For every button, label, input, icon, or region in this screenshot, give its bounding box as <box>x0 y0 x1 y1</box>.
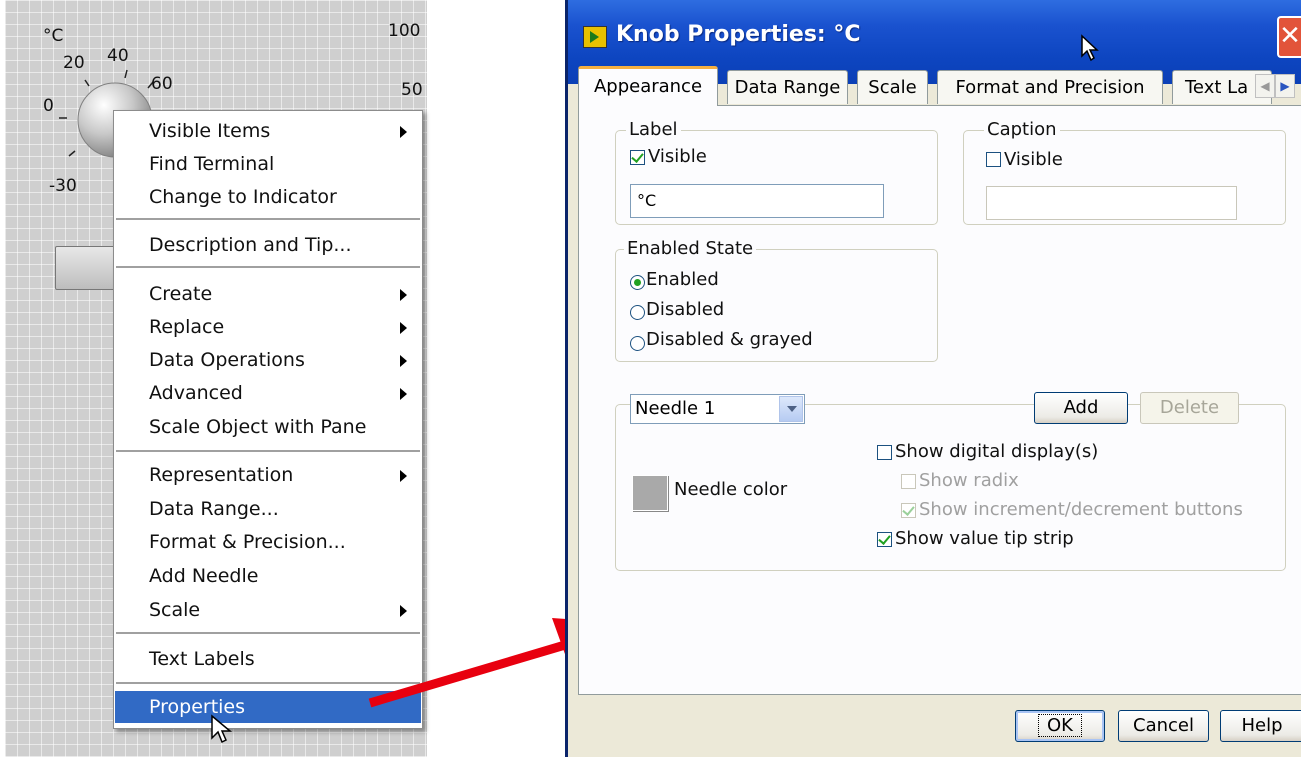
tab-format-and-precision[interactable]: Format and Precision <box>937 70 1163 104</box>
menu-item-label: Create <box>149 283 213 305</box>
menu-item-label: Add Needle <box>149 565 259 587</box>
submenu-arrow-icon <box>400 388 407 400</box>
menu-item-replace[interactable]: Replace <box>115 311 421 343</box>
menu-item-label: Scale Object with Pane <box>149 416 367 438</box>
menu-separator <box>116 450 420 453</box>
menu-item-description-and-tip[interactable]: Description and Tip... <box>115 229 421 261</box>
knob-tick-label: 0 <box>43 96 54 116</box>
menu-item-label: Text Labels <box>149 648 255 670</box>
knob-tick-label: 60 <box>151 74 173 94</box>
caption-group: Caption Visible <box>963 119 1286 225</box>
show-radix-checkbox[interactable] <box>901 474 916 489</box>
chevron-left-icon[interactable]: ◀ <box>1255 74 1275 98</box>
scale-tick-label: 100 <box>388 21 421 41</box>
radio-disabled-grayed-label: Disabled & grayed <box>646 329 813 350</box>
close-button[interactable]: ✕ <box>1277 16 1301 58</box>
menu-item-visible-items[interactable]: Visible Items <box>115 115 421 147</box>
label-text-input[interactable]: °C <box>630 184 884 218</box>
submenu-arrow-icon <box>400 126 407 138</box>
knob-tick-label: -30 <box>49 176 77 196</box>
menu-item-label: Data Range... <box>149 498 279 520</box>
cancel-button[interactable]: Cancel <box>1118 710 1209 742</box>
knob-label: °C <box>43 26 64 46</box>
show-digital-display-label: Show digital display(s) <box>895 441 1099 462</box>
help-button[interactable]: Help <box>1220 710 1301 742</box>
submenu-arrow-icon <box>400 470 407 482</box>
tab-scroll-buttons: ◀ ▶ <box>1255 74 1295 98</box>
knob-tick-label: 40 <box>107 46 129 66</box>
radio-disabled-grayed[interactable] <box>630 336 645 351</box>
dialog-title: Knob Properties: °C <box>616 22 861 47</box>
group-legend: Caption <box>984 119 1060 140</box>
delete-needle-button[interactable]: Delete <box>1140 392 1239 424</box>
menu-item-data-operations[interactable]: Data Operations <box>115 344 421 376</box>
menu-item-create[interactable]: Create <box>115 278 421 310</box>
menu-item-label: Representation <box>149 464 294 486</box>
caption-text-input[interactable] <box>986 186 1237 220</box>
add-needle-button[interactable]: Add <box>1034 392 1128 424</box>
tab-pane-appearance: Label Visible °C Caption Visible Enabled… <box>578 105 1301 695</box>
tab-data-range[interactable]: Data Range <box>727 70 848 104</box>
needle-select-value: Needle 1 <box>635 398 716 419</box>
show-value-tip-strip-label: Show value tip strip <box>895 528 1074 549</box>
knob-properties-dialog: Knob Properties: °C ✕ Label Visible °C C… <box>565 0 1301 757</box>
submenu-arrow-icon <box>400 289 407 301</box>
menu-item-scale-object-with-pane[interactable]: Scale Object with Pane <box>115 411 421 443</box>
menu-item-advanced[interactable]: Advanced <box>115 377 421 409</box>
mouse-cursor-icon <box>1081 34 1099 62</box>
menu-item-label: Description and Tip... <box>149 234 352 256</box>
labview-app-icon <box>583 26 607 48</box>
needle-group: Needle 1 Add Delete Needle color Show di… <box>615 392 1286 571</box>
menu-item-label: Format & Precision... <box>149 531 346 553</box>
label-group: Label Visible °C <box>615 119 938 225</box>
chevron-right-icon[interactable]: ▶ <box>1275 74 1295 98</box>
menu-separator <box>116 266 420 269</box>
scale-tick-label: 50 <box>401 80 423 100</box>
submenu-arrow-icon <box>400 322 407 334</box>
menu-item-label: Visible Items <box>149 120 271 142</box>
needle-color-label: Needle color <box>674 479 788 500</box>
show-increment-decrement-label: Show increment/decrement buttons <box>919 499 1243 520</box>
caption-visible-checkbox[interactable] <box>986 152 1001 167</box>
ok-button[interactable]: OK <box>1015 710 1105 742</box>
radio-disabled-label: Disabled <box>646 299 725 320</box>
menu-item-label: Replace <box>149 316 225 338</box>
show-digital-display-checkbox[interactable] <box>877 445 892 460</box>
caption-visible-label: Visible <box>1004 149 1063 170</box>
menu-item-find-terminal[interactable]: Find Terminal <box>115 148 421 180</box>
menu-item-label: Data Operations <box>149 349 305 371</box>
menu-separator <box>116 218 420 221</box>
tab-scale[interactable]: Scale <box>857 70 928 104</box>
label-visible-checkbox[interactable] <box>630 150 645 165</box>
menu-item-label: Advanced <box>149 382 243 404</box>
menu-item-format-precision[interactable]: Format & Precision... <box>115 526 421 558</box>
menu-item-label: Find Terminal <box>149 153 275 175</box>
knob-tick-label: 20 <box>63 53 85 73</box>
group-legend: Label <box>626 119 681 140</box>
menu-item-label: Scale <box>149 599 201 621</box>
tab-strip: Appearance Data Range Scale Format and P… <box>578 64 1301 106</box>
ok-button-label: OK <box>1038 714 1082 737</box>
group-legend: Enabled State <box>624 238 757 259</box>
needle-select[interactable]: Needle 1 <box>630 394 805 424</box>
show-increment-decrement-checkbox[interactable] <box>901 503 916 518</box>
radio-enabled[interactable] <box>630 275 645 290</box>
chevron-down-icon[interactable] <box>779 396 803 422</box>
needle-color-swatch[interactable] <box>632 475 668 511</box>
mouse-cursor-icon <box>211 714 233 744</box>
radio-disabled[interactable] <box>630 305 645 320</box>
enabled-state-group: Enabled State Enabled Disabled Disabled … <box>615 238 938 362</box>
menu-item-label: Change to Indicator <box>149 186 337 208</box>
submenu-arrow-icon <box>400 355 407 367</box>
menu-item-representation[interactable]: Representation <box>115 459 421 491</box>
show-radix-label: Show radix <box>919 470 1019 491</box>
menu-item-add-needle[interactable]: Add Needle <box>115 560 421 592</box>
show-value-tip-strip-checkbox[interactable] <box>877 532 892 547</box>
tab-appearance[interactable]: Appearance <box>578 66 718 106</box>
radio-enabled-label: Enabled <box>646 269 719 290</box>
menu-item-data-range[interactable]: Data Range... <box>115 493 421 525</box>
label-visible-label: Visible <box>648 146 707 167</box>
menu-item-change-to-indicator[interactable]: Change to Indicator <box>115 181 421 213</box>
